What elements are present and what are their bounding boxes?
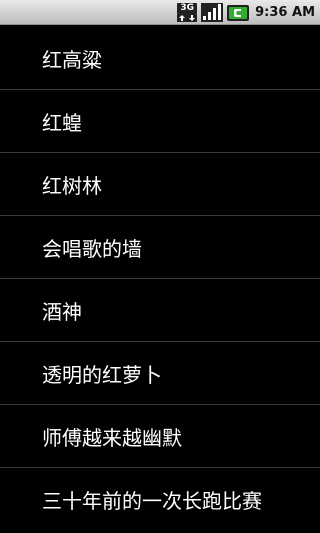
clock: 9:36 AM <box>255 5 315 20</box>
list-item[interactable]: 三十年前的一次长跑比赛 <box>0 468 320 531</box>
list-item[interactable]: 红蝗 <box>0 90 320 153</box>
list-item[interactable]: 红树林 <box>0 153 320 216</box>
status-icons: 3G 9:36 AM <box>177 3 315 22</box>
3g-data-icon: 3G <box>177 3 198 22</box>
data-arrows-icon <box>177 14 198 22</box>
list-item[interactable]: 透明的红萝卜 <box>0 342 320 405</box>
status-bar: 3G 9:36 AM <box>0 0 320 25</box>
list-item[interactable]: 红高粱 <box>0 27 320 90</box>
list-item[interactable]: 会唱歌的墙 <box>0 216 320 279</box>
network-type-label: 3G <box>177 3 198 14</box>
battery-icon <box>227 4 250 21</box>
signal-icon <box>201 3 224 22</box>
list-item[interactable]: 酒神 <box>0 279 320 342</box>
list-item[interactable]: 师傅越来越幽默 <box>0 405 320 468</box>
title-list: 红高粱 红蝗 红树林 会唱歌的墙 酒神 透明的红萝卜 师傅越来越幽默 三十年前的… <box>0 27 320 531</box>
